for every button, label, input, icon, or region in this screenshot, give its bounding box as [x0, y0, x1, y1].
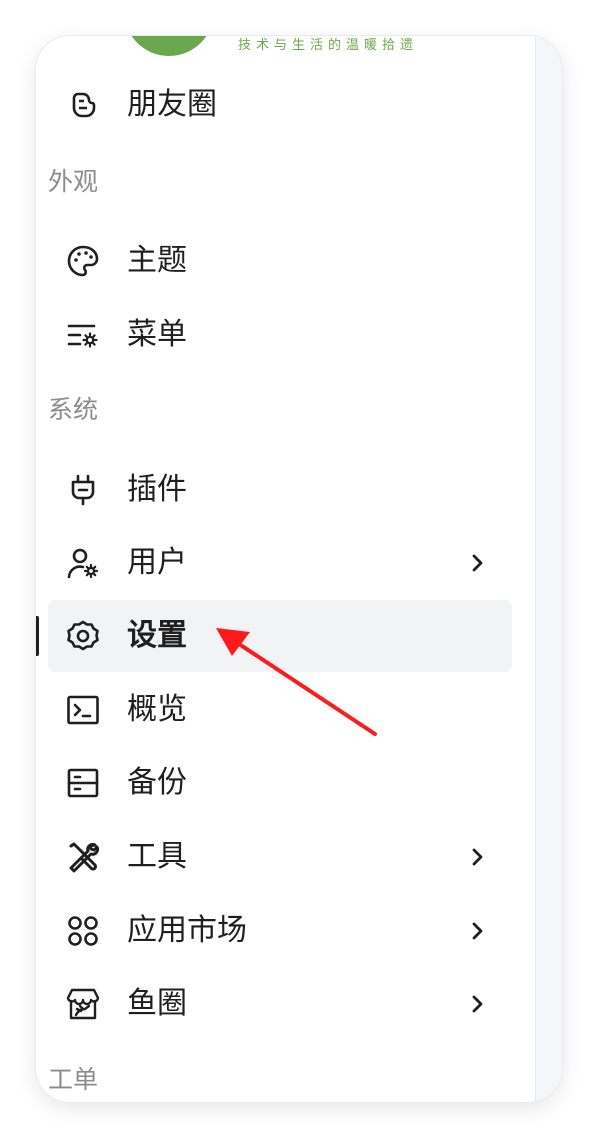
annotation-arrow-icon — [216, 628, 377, 736]
